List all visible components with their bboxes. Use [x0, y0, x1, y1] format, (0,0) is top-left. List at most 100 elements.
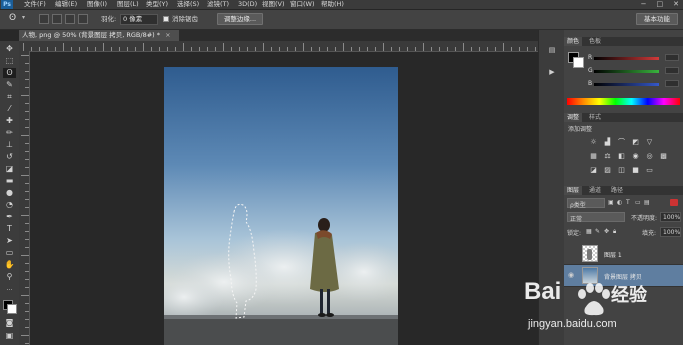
visibility-toggle-icon[interactable] — [568, 249, 576, 257]
move-tool-icon[interactable]: ✥ — [3, 44, 16, 54]
marquee-tool-icon[interactable]: ⬚ — [3, 56, 16, 66]
tab-adjustments[interactable]: 调整 — [564, 113, 583, 122]
minimize-button[interactable]: − — [641, 0, 647, 9]
hue-saturation-icon[interactable]: ▦ — [589, 152, 598, 160]
lock-pixels-icon[interactable]: ✎ — [595, 228, 600, 235]
tab-swatches[interactable]: 色板 — [586, 37, 604, 46]
quick-select-tool-icon[interactable]: ✎ — [3, 80, 16, 90]
history-brush-tool-icon[interactable]: ↺ — [3, 152, 16, 162]
history-panel-icon[interactable]: ▤ — [546, 45, 558, 55]
subtract-selection-icon[interactable] — [65, 14, 75, 24]
zoom-tool-icon[interactable]: ⚲ — [3, 272, 16, 282]
canvas-area[interactable] — [30, 52, 538, 345]
green-value-field[interactable] — [665, 67, 679, 74]
eraser-tool-icon[interactable]: ◪ — [3, 164, 16, 174]
green-slider[interactable] — [594, 70, 659, 73]
opacity-input[interactable]: 100% — [660, 212, 681, 222]
threshold-icon[interactable]: ◫ — [617, 166, 626, 174]
document-photo[interactable] — [164, 67, 398, 345]
menu-3d[interactable]: 3D(D) — [238, 0, 257, 9]
tab-layers[interactable]: 图层 — [564, 186, 583, 195]
tab-paths[interactable]: 路径 — [608, 186, 626, 195]
color-balance-icon[interactable]: ⚖ — [603, 152, 612, 160]
lock-position-icon[interactable]: ✥ — [604, 228, 609, 235]
workspace-button[interactable]: 基本功能 — [636, 13, 678, 25]
filter-shape-icon[interactable]: ▭ — [635, 199, 641, 206]
antialias-checkbox[interactable] — [163, 16, 169, 22]
close-button[interactable]: ✕ — [673, 0, 679, 9]
new-selection-icon[interactable] — [39, 14, 49, 24]
chevron-down-icon[interactable]: ▾ — [22, 14, 25, 21]
path-selection-tool-icon[interactable]: ➤ — [3, 236, 16, 246]
posterize-icon[interactable]: ▨ — [603, 166, 612, 174]
tab-channels[interactable]: 通道 — [586, 186, 604, 195]
intersect-selection-icon[interactable] — [78, 14, 88, 24]
feather-input[interactable]: 0 像素 — [120, 14, 158, 25]
crop-tool-icon[interactable]: ⌗ — [3, 92, 16, 102]
lasso-tool-icon[interactable]: ʘ — [3, 68, 16, 78]
tab-styles[interactable]: 样式 — [586, 113, 604, 122]
dodge-tool-icon[interactable]: ◔ — [3, 200, 16, 210]
document-tab[interactable]: 人物, png @ 50% (背景图层 拷贝, RGB/8#) * × — [19, 30, 179, 41]
invert-icon[interactable]: ◪ — [589, 166, 598, 174]
hand-tool-icon[interactable]: ✋ — [3, 260, 16, 270]
menu-edit[interactable]: 编辑(E) — [55, 0, 77, 9]
lasso-preset-icon[interactable]: ʘ — [9, 13, 16, 23]
filter-toggle-icon[interactable] — [670, 199, 678, 206]
blur-tool-icon[interactable]: ● — [3, 188, 16, 198]
photo-filter-icon[interactable]: ◉ — [631, 152, 640, 160]
color-background-swatch[interactable] — [573, 57, 584, 68]
menu-select[interactable]: 选择(S) — [177, 0, 199, 9]
filter-smart-icon[interactable]: ▤ — [644, 199, 650, 206]
quick-mask-icon[interactable]: ◙ — [3, 318, 16, 328]
filter-adjustment-icon[interactable]: ◐ — [617, 199, 622, 206]
vibrance-icon[interactable]: ▽ — [645, 138, 654, 146]
tab-color[interactable]: 颜色 — [564, 37, 583, 46]
color-lookup-icon[interactable]: ▩ — [659, 152, 668, 160]
type-tool-icon[interactable]: T — [3, 224, 16, 234]
more-tools-icon[interactable]: ··· — [3, 286, 16, 296]
lock-transparency-icon[interactable]: ▦ — [586, 228, 592, 235]
lock-all-icon[interactable]: 🔒︎ — [613, 228, 616, 236]
blue-slider[interactable] — [594, 83, 659, 86]
red-slider[interactable] — [594, 57, 659, 60]
menu-file[interactable]: 文件(F) — [24, 0, 46, 9]
brush-tool-icon[interactable]: ✏ — [3, 128, 16, 138]
exposure-icon[interactable]: ◩ — [631, 138, 640, 146]
curves-icon[interactable]: ⌒ — [617, 138, 626, 146]
blend-mode-select[interactable]: 正常 — [567, 212, 625, 223]
menu-image[interactable]: 图像(I) — [87, 0, 107, 9]
fill-input[interactable]: 100% — [660, 227, 681, 237]
channel-mixer-icon[interactable]: ◎ — [645, 152, 654, 160]
actions-panel-icon[interactable]: ▶ — [546, 67, 558, 77]
tab-close-icon[interactable]: × — [165, 31, 170, 39]
layer-row-layer1[interactable]: 图层 1 — [564, 243, 683, 265]
filter-type-icon[interactable]: T — [626, 199, 630, 206]
menu-type[interactable]: 类型(Y) — [146, 0, 168, 9]
levels-icon[interactable]: ▟ — [603, 138, 612, 146]
menu-layer[interactable]: 图层(L) — [117, 0, 139, 9]
menu-help[interactable]: 帮助(H) — [321, 0, 344, 9]
shape-tool-icon[interactable]: ▭ — [3, 248, 16, 258]
add-selection-icon[interactable] — [52, 14, 62, 24]
eyedropper-tool-icon[interactable]: ⁄ — [3, 104, 16, 114]
menu-filter[interactable]: 滤镜(T) — [207, 0, 229, 9]
gradient-map-icon[interactable]: ▭ — [645, 166, 654, 174]
clone-stamp-tool-icon[interactable]: ⊥ — [3, 140, 16, 150]
background-color-swatch[interactable] — [7, 304, 17, 314]
layer-kind-filter[interactable]: ρ类型 — [567, 198, 605, 209]
brightness-icon[interactable]: ☼ — [589, 138, 598, 146]
black-white-icon[interactable]: ◧ — [617, 152, 626, 160]
menu-view[interactable]: 视图(V) — [262, 0, 285, 9]
healing-brush-tool-icon[interactable]: ✚ — [3, 116, 16, 126]
screen-mode-icon[interactable]: ▣ — [3, 331, 16, 341]
menu-window[interactable]: 窗口(W) — [290, 0, 315, 9]
blue-value-field[interactable] — [665, 80, 679, 87]
refine-edge-button[interactable]: 调整边缘... — [217, 13, 263, 25]
selective-color-icon[interactable]: ■ — [631, 166, 640, 174]
red-value-field[interactable] — [665, 54, 679, 61]
gradient-tool-icon[interactable]: ▬ — [3, 176, 16, 186]
color-spectrum-bar[interactable] — [567, 98, 680, 105]
filter-pixel-icon[interactable]: ▣ — [608, 199, 614, 206]
pen-tool-icon[interactable]: ✒ — [3, 212, 16, 222]
